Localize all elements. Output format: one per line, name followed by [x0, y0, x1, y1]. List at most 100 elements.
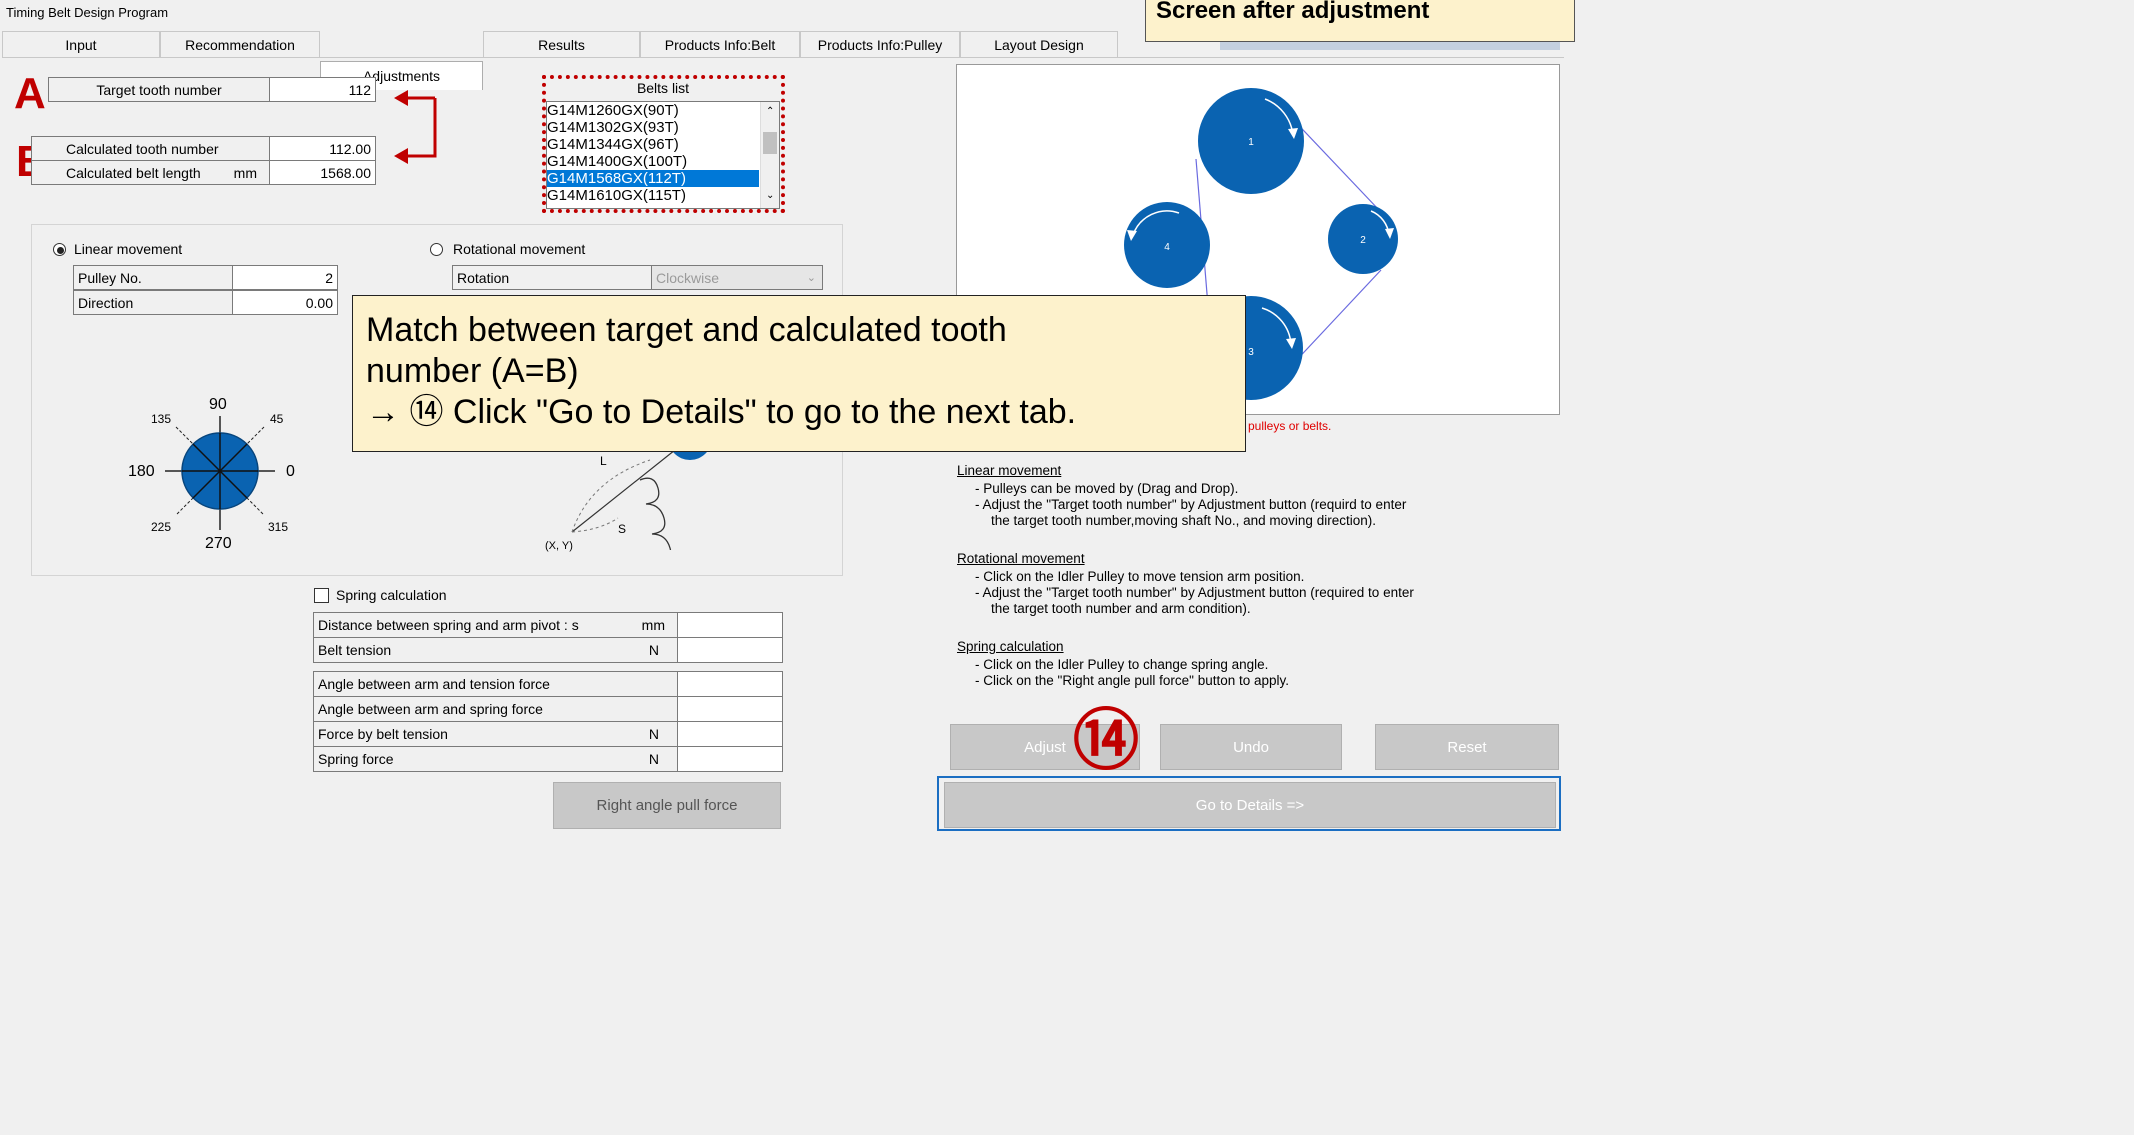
scroll-down-icon[interactable]: ⌄	[766, 190, 774, 201]
go-to-details-button[interactable]: Go to Details =>	[944, 782, 1556, 828]
target-tooth-input[interactable]: 112	[269, 77, 376, 102]
spring-row-value[interactable]	[677, 612, 783, 638]
instruction-callout: Match between target and calculated toot…	[352, 295, 1246, 452]
tab-products-pulley[interactable]: Products Info:Pulley	[800, 31, 960, 58]
marker-a: A	[14, 69, 46, 118]
belts-list-scrollbar[interactable]: ⌃ ⌄	[760, 102, 779, 208]
spring-row-value[interactable]	[677, 746, 783, 772]
target-tooth-label-text: Target tooth number	[96, 81, 222, 98]
right-angle-pull-force-button[interactable]: Right angle pull force	[553, 782, 781, 829]
help-panel: Linear movement - Pulleys can be moved b…	[957, 463, 1414, 689]
compass-label-135: 135	[151, 412, 172, 426]
direction-input[interactable]: 0.00	[232, 290, 338, 315]
spring-row-label: Spring force N	[313, 746, 678, 772]
rotation-select[interactable]: Clockwise ⌄	[651, 265, 823, 290]
tab-panel-border	[2, 57, 1564, 58]
belts-list-item[interactable]: G14M1610GX(115T)	[547, 187, 759, 204]
spring-row-label: Belt tension N	[313, 637, 678, 663]
pulley-no-input[interactable]: 2	[232, 265, 338, 290]
spring-calculation-checkbox[interactable]	[314, 588, 329, 603]
spring-row-unit: N	[648, 642, 659, 658]
tab-layout-design[interactable]: Layout Design	[960, 31, 1118, 58]
compass-label-225: 225	[151, 520, 172, 534]
tab-input[interactable]: Input	[2, 31, 160, 58]
layout-warning-text: pulleys or belts.	[1248, 419, 1332, 433]
spring-row-unit: N	[648, 751, 659, 767]
rotation-label: Rotation	[452, 265, 652, 290]
pulley-no-label-text: Pulley No.	[78, 269, 142, 286]
spring-row-label: Distance between spring and arm pivot : …	[313, 612, 678, 638]
belts-list-item[interactable]: G14M1344GX(96T)	[547, 136, 759, 153]
window-title: Timing Belt Design Program	[6, 5, 169, 20]
belts-list-item-selected[interactable]: G14M1568GX(112T)	[547, 170, 759, 187]
belts-list-title: Belts list	[636, 80, 690, 96]
spring-table-bottom: Angle between arm and tension force Angl…	[313, 671, 783, 772]
help-spring-title: Spring calculation	[957, 639, 1064, 654]
spring-row-text: Force by belt tension	[318, 726, 448, 742]
pulley-2[interactable]: 2	[1328, 204, 1398, 274]
belts-list-item[interactable]: G14M1400GX(100T)	[547, 153, 759, 170]
compass-label-270: 270	[205, 535, 232, 552]
spring-row-label: Force by belt tension N	[313, 721, 678, 747]
help-rot-3: the target tooth number and arm conditio…	[991, 601, 1251, 616]
help-linear-title: Linear movement	[957, 463, 1062, 478]
help-rot-1: - Click on the Idler Pulley to move tens…	[975, 569, 1305, 584]
spring-calculation-label[interactable]: Spring calculation	[336, 587, 447, 603]
calc-tooth-label-text: Calculated tooth number	[66, 140, 219, 157]
arm-label-xy: (X, Y)	[545, 540, 573, 552]
pulley-no-label: Pulley No.	[73, 265, 233, 290]
spring-row-value[interactable]	[677, 696, 783, 722]
belts-list-item[interactable]: G14M1260GX(90T)	[547, 102, 759, 119]
pulley-1-label: 1	[1248, 137, 1254, 148]
target-tooth-label: Target tooth number	[48, 77, 270, 102]
rotation-label-text: Rotation	[457, 269, 510, 286]
linear-movement-label[interactable]: Linear movement	[74, 241, 182, 257]
rotational-movement-label[interactable]: Rotational movement	[453, 241, 585, 257]
spring-row-value[interactable]	[677, 637, 783, 663]
match-bracket-arrow	[394, 90, 437, 164]
header-banner-text: Screen after adjustment	[1156, 0, 1430, 24]
calc-tooth-label: Calculated tooth number	[31, 136, 270, 161]
pulley-4-label: 4	[1164, 242, 1170, 253]
belts-list-item[interactable]: G14M1302GX(93T)	[547, 119, 759, 136]
chevron-down-icon: ⌄	[806, 272, 816, 284]
reset-button[interactable]: Reset	[1375, 724, 1559, 770]
help-linear-2: - Adjust the "Target tooth number" by Ad…	[975, 497, 1407, 512]
compass-label-315: 315	[268, 520, 289, 534]
direction-label-text: Direction	[78, 294, 134, 311]
spring-row-value[interactable]	[677, 671, 783, 697]
spring-row-value[interactable]	[677, 721, 783, 747]
callout-line-1: Match between target and calculated toot…	[366, 311, 1007, 349]
step-14-marker: ⑭	[1073, 703, 1139, 777]
callout-line-3: → ⑭ Click "Go to Details" to go to the n…	[366, 393, 1077, 431]
help-spring-1: - Click on the Idler Pulley to change sp…	[975, 657, 1269, 672]
help-linear-3: the target tooth number,moving shaft No.…	[991, 513, 1376, 528]
help-rot-title: Rotational movement	[957, 551, 1085, 566]
spring-row-text: Spring force	[318, 751, 394, 767]
spring-row-text: Belt tension	[318, 642, 392, 658]
tab-products-belt[interactable]: Products Info:Belt	[640, 31, 800, 58]
linear-movement-radio[interactable]	[53, 243, 66, 256]
pulley-1[interactable]: 1	[1198, 88, 1304, 194]
calc-length-unit: mm	[233, 164, 257, 181]
tab-recommendation[interactable]: Recommendation	[160, 31, 320, 58]
tab-results[interactable]: Results	[483, 31, 640, 58]
belts-list[interactable]: G14M1260GX(90T) G14M1302GX(93T) G14M1344…	[546, 101, 780, 209]
scroll-thumb[interactable]	[763, 132, 777, 154]
spring-row-text: Angle between arm and spring force	[318, 701, 543, 717]
compass-label-0: 0	[286, 463, 295, 480]
pulley-2-label: 2	[1360, 235, 1366, 246]
callout-line-2: number (A=B)	[366, 352, 579, 390]
spring-row-unit: mm	[641, 617, 665, 633]
spring-row-unit: N	[648, 726, 659, 742]
pulley-4[interactable]: 4	[1124, 202, 1210, 288]
undo-button[interactable]: Undo	[1160, 724, 1342, 770]
calc-tooth-value: 112.00	[269, 136, 376, 161]
spring-table-top: Distance between spring and arm pivot : …	[313, 612, 783, 663]
rotation-select-value: Clockwise	[656, 269, 720, 286]
arm-label-l: L	[600, 454, 607, 468]
arm-label-s: S	[618, 522, 627, 536]
scroll-up-icon[interactable]: ⌃	[766, 106, 774, 117]
rotational-movement-radio[interactable]	[430, 243, 443, 256]
spring-row-text: Distance between spring and arm pivot : …	[318, 617, 579, 633]
